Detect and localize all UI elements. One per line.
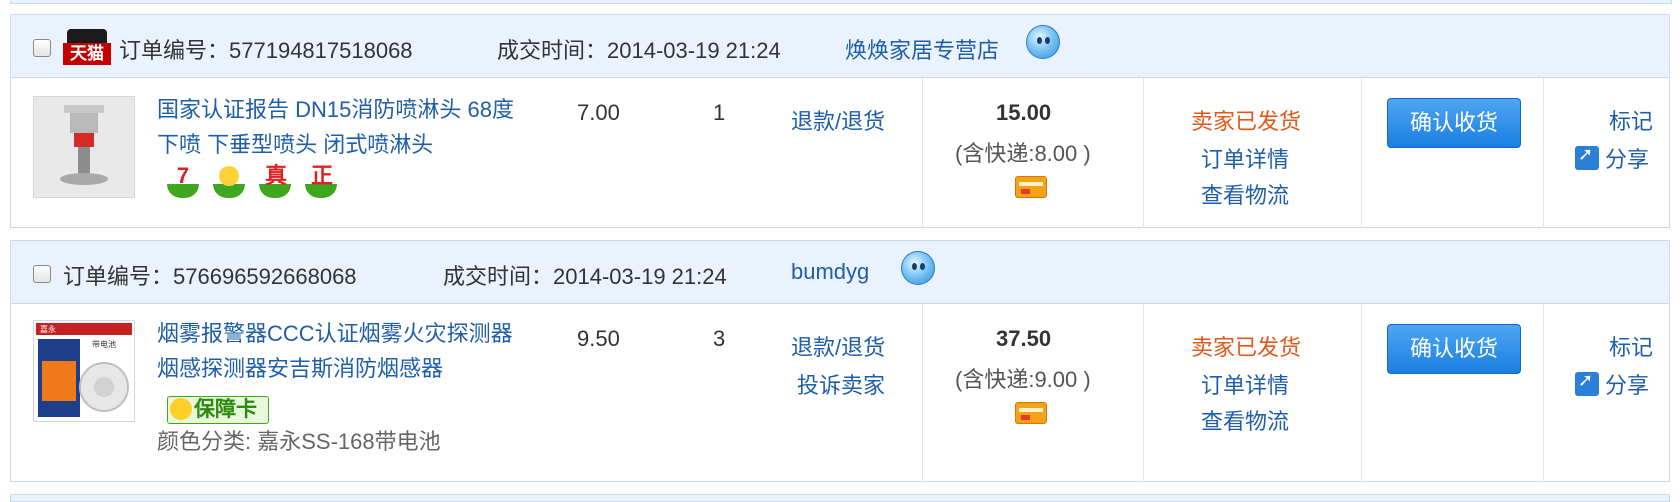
column-divider: [1143, 304, 1144, 482]
thumb-battery-text: 带电池: [92, 339, 116, 349]
wangwang-chat-icon[interactable]: [901, 251, 935, 285]
thumb-brand-text: 嘉永: [40, 324, 56, 334]
share-link[interactable]: 分享: [1575, 368, 1649, 400]
order-status: 卖家已发货: [1191, 335, 1302, 360]
order-detail-link[interactable]: 订单详情: [1201, 368, 1289, 400]
unit-price: 9.50: [577, 326, 620, 351]
complain-seller-link[interactable]: 投诉卖家: [797, 368, 885, 400]
wangwang-chat-icon[interactable]: [1026, 25, 1060, 59]
deal-time: 成交时间：2014-03-19 21:24: [443, 259, 727, 291]
order-header: 天猫 订单编号：577194817518068 成交时间：2014-03-19 …: [11, 15, 1669, 78]
product-title-link[interactable]: 烟雾报警器CCC认证烟雾火灾探测器烟感探测器安吉斯消防烟感器: [157, 316, 517, 386]
view-logistics-link[interactable]: 查看物流: [1201, 404, 1289, 436]
order-number-label: 订单编号：: [63, 264, 174, 289]
order-number-value: 577194817518068: [229, 38, 413, 63]
refund-return-link[interactable]: 退款/退货: [791, 104, 885, 136]
order-select-checkbox[interactable]: [33, 39, 51, 57]
next-order-edge: [10, 494, 1670, 502]
share-link[interactable]: 分享: [1575, 142, 1649, 174]
share-label: 分享: [1605, 373, 1650, 398]
deal-time-value: 2014-03-19 21:24: [607, 38, 781, 63]
mark-link[interactable]: 标记: [1609, 104, 1653, 136]
genuine-icon[interactable]: 真: [259, 165, 291, 198]
order-header: 订单编号：576696592668068 成交时间：2014-03-19 21:…: [11, 241, 1669, 304]
confirm-receipt-button[interactable]: 确认收货: [1387, 324, 1521, 374]
shipping-fee: (含快递:8.00 ): [955, 141, 1091, 166]
deal-time-label: 成交时间：: [497, 38, 608, 63]
quantity: 1: [713, 100, 726, 125]
order-total: 15.00: [996, 100, 1052, 125]
smoke-detector-image: 嘉永 带电池: [34, 321, 134, 421]
order-number-label: 订单编号：: [119, 38, 230, 63]
order-detail-link[interactable]: 订单详情: [1201, 142, 1289, 174]
share-label: 分享: [1605, 147, 1650, 172]
guarantee-flower-icon: [170, 398, 192, 420]
column-divider: [1543, 78, 1544, 228]
service-badges: 7 真 正: [167, 165, 337, 198]
column-divider: [922, 78, 923, 228]
consumer-protection-icon[interactable]: [213, 166, 245, 198]
column-divider: [922, 304, 923, 482]
order-number-value: 576696592668068: [173, 264, 357, 289]
seven-day-return-icon[interactable]: 7: [167, 165, 199, 198]
authentic-icon[interactable]: 正: [305, 165, 337, 198]
order-item-row: 国家认证报告 DN15消防喷淋头 68度下喷 下垂型喷头 闭式喷淋头 7 真 正…: [11, 78, 1669, 228]
shipping-fee: (含快递:9.00 ): [955, 367, 1091, 392]
quantity: 3: [713, 326, 726, 351]
share-icon: [1575, 144, 1599, 170]
payment-card-icon[interactable]: [1015, 402, 1047, 424]
product-spec: 颜色分类: 嘉永SS-168带电池: [157, 429, 441, 454]
deal-time: 成交时间：2014-03-19 21:24: [497, 33, 781, 65]
unit-price: 7.00: [577, 100, 620, 125]
column-divider: [1543, 304, 1544, 482]
shop-name-link[interactable]: 焕焕家居专营店: [845, 33, 999, 65]
order-card: 订单编号：576696592668068 成交时间：2014-03-19 21:…: [10, 240, 1670, 482]
guarantee-card-badge[interactable]: 保障卡: [167, 396, 269, 424]
product-thumbnail[interactable]: [33, 96, 135, 198]
deal-time-label: 成交时间：: [443, 264, 554, 289]
order-select-checkbox[interactable]: [33, 265, 51, 283]
mark-link[interactable]: 标记: [1609, 330, 1653, 362]
tmall-logo: 天猫: [63, 29, 111, 65]
tmall-label: 天猫: [63, 43, 111, 65]
order-number: 订单编号：576696592668068: [63, 259, 357, 291]
column-divider: [1361, 304, 1362, 482]
share-icon: [1575, 370, 1599, 396]
confirm-receipt-button[interactable]: 确认收货: [1387, 98, 1521, 148]
order-status: 卖家已发货: [1191, 109, 1302, 134]
order-card: 天猫 订单编号：577194817518068 成交时间：2014-03-19 …: [10, 14, 1670, 228]
deal-time-value: 2014-03-19 21:24: [553, 264, 727, 289]
refund-return-link[interactable]: 退款/退货: [791, 330, 885, 362]
previous-order-edge: [10, 0, 1672, 4]
order-item-row: 嘉永 带电池 烟雾报警器CCC认证烟雾火灾探测器烟感探测器安吉斯消防烟感器 保障…: [11, 304, 1669, 482]
sprinkler-image: [34, 97, 134, 197]
order-number: 订单编号：577194817518068: [119, 33, 413, 65]
view-logistics-link[interactable]: 查看物流: [1201, 178, 1289, 210]
payment-card-icon[interactable]: [1015, 176, 1047, 198]
shop-name-link[interactable]: bumdyg: [791, 259, 869, 285]
column-divider: [1143, 78, 1144, 228]
guarantee-label: 保障卡: [194, 398, 257, 421]
order-total: 37.50: [996, 326, 1052, 351]
product-thumbnail[interactable]: 嘉永 带电池: [33, 320, 135, 422]
product-title-link[interactable]: 国家认证报告 DN15消防喷淋头 68度下喷 下垂型喷头 闭式喷淋头: [157, 92, 517, 162]
column-divider: [1361, 78, 1362, 228]
